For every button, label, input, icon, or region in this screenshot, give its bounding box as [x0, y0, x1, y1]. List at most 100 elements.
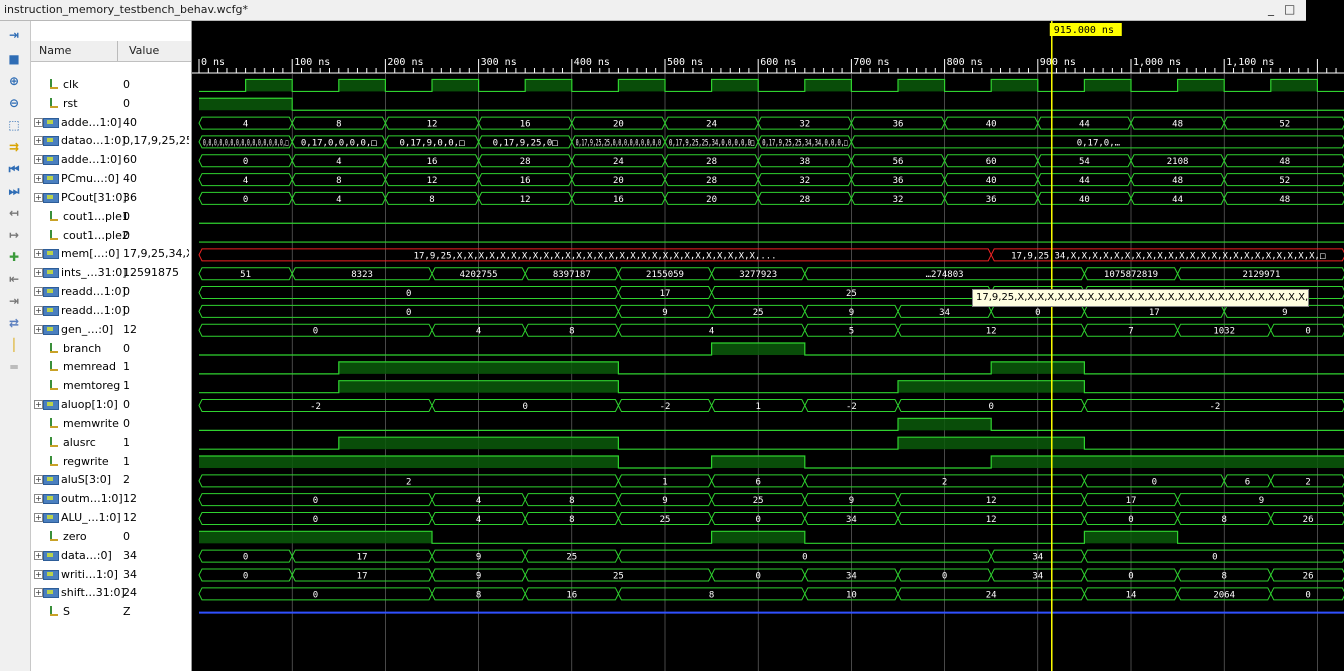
signal-row[interactable]: + writi…1:0] 34 [31, 566, 191, 584]
bus-value-label: 8 [1221, 571, 1226, 581]
save-icon[interactable]: ■ [6, 51, 22, 67]
signal-row[interactable]: cout1…ple1 0 [31, 208, 191, 226]
expand-toggle[interactable]: + [34, 117, 43, 127]
signal-row[interactable]: + data…:0] 34 [31, 547, 191, 565]
zoom-full-icon[interactable]: ⬚ [6, 117, 22, 133]
expand-toggle[interactable]: + [34, 324, 43, 334]
next-transition-icon[interactable]: ↦ [6, 227, 22, 243]
bus-value-label: 9 [662, 308, 667, 318]
expand-toggle[interactable]: + [34, 588, 43, 598]
waveform-panel[interactable]: 0 ns 100 ns 200 ns 300 ns 400 ns 500 ns 600 ns… [192, 21, 1344, 671]
expand-toggle[interactable]: + [34, 174, 43, 184]
signal-row[interactable]: + aluop[1:0] 0 [31, 396, 191, 414]
expand-toggle[interactable]: + [34, 268, 43, 278]
add-marker-icon[interactable]: ✚ [6, 249, 22, 265]
signal-row[interactable]: + readd…1:0] 0 [31, 283, 191, 301]
signal-row[interactable]: cout1…ple2 0 [31, 227, 191, 245]
bit-signal-icon [49, 606, 59, 617]
zoom-out-icon[interactable]: ⊖ [6, 95, 22, 111]
signal-row[interactable]: clk 0 [31, 76, 191, 94]
goto-start-icon[interactable]: ⏮ [6, 161, 22, 177]
signal-row[interactable]: + ALU_…1:0] 12 [31, 509, 191, 527]
ruler-label: 300 ns [481, 57, 517, 68]
bus-value-label: 28 [706, 176, 717, 186]
signal-row[interactable]: + mem[…:0]17,9,25,34,X,X [31, 245, 191, 263]
expand-toggle[interactable]: + [34, 513, 43, 523]
zoom-in-icon[interactable]: ⊕ [6, 73, 22, 89]
next-marker-icon[interactable]: ⇥ [6, 293, 22, 309]
signal-row[interactable]: alusrc 1 [31, 434, 191, 452]
signal-name: data…:0] [61, 548, 112, 562]
previous-marker-icon[interactable]: ⇤ [6, 271, 22, 287]
signal-row[interactable]: + datao…1:0]0,17,9,25,25,3 [31, 132, 191, 150]
bus-value-label: 12 [427, 176, 438, 186]
signal-row[interactable]: zero 0 [31, 528, 191, 546]
bus-value-label: 25 [566, 553, 577, 563]
expand-toggle[interactable]: + [34, 249, 43, 259]
signal-row[interactable]: SZ [31, 603, 191, 621]
signal-row[interactable]: memtoreg 1 [31, 377, 191, 395]
bus-value-label: 17 [357, 553, 368, 563]
bus-value-label: 4202755 [460, 270, 498, 280]
expand-toggle[interactable]: + [34, 550, 43, 560]
bus-value-label: 2 [406, 477, 411, 487]
goto-end-icon[interactable]: ⏭ [6, 183, 22, 199]
waveform-canvas[interactable]: 0 ns 100 ns 200 ns 300 ns 400 ns 500 ns 600 ns… [192, 21, 1344, 671]
zoom-fit-icon[interactable]: ⇥ [6, 27, 22, 43]
expand-toggle[interactable]: + [34, 287, 43, 297]
ruler-label: 1,100 ns [1226, 57, 1274, 68]
bit-high-fill [338, 380, 619, 393]
bus-signal-icon [43, 305, 59, 316]
value-column-header[interactable]: Value [129, 44, 159, 57]
bus-value-label: 8 [336, 176, 341, 186]
signal-row[interactable]: + aluS[3:0] 2 [31, 471, 191, 489]
bus-signal-icon [43, 493, 59, 505]
bit-high-fill [1270, 79, 1318, 92]
snap-transition-icon[interactable]: │ [6, 337, 22, 353]
signal-row[interactable]: + PCout[31:0] 36 [31, 189, 191, 207]
expand-toggle[interactable]: + [34, 400, 43, 410]
bus-value-label: 6 [1245, 477, 1250, 487]
signal-row[interactable]: + ints_…31:0] 12591875 [31, 264, 191, 282]
signal-row[interactable]: + PCmu…:0] 40 [31, 170, 191, 188]
expand-toggle[interactable]: + [34, 305, 43, 315]
expand-toggle[interactable]: + [34, 136, 43, 146]
name-column-header[interactable]: Name [39, 44, 71, 57]
signal-row[interactable]: + gen_…:0] 12 [31, 321, 191, 339]
signal-row[interactable]: + readd…1:0] 0 [31, 302, 191, 320]
swap-cursors-icon[interactable]: ⇄ [6, 315, 22, 331]
signal-row[interactable]: + adde…1:0] 40 [31, 114, 191, 132]
restore-button[interactable]: □ [1284, 2, 1295, 16]
bus-value-label: 16 [566, 590, 577, 600]
expand-toggle[interactable]: + [34, 155, 43, 165]
signal-row[interactable]: + outm…1:0] 12 [31, 490, 191, 508]
bus-value-label: 4 [336, 195, 341, 205]
expand-toggle[interactable]: + [34, 494, 43, 504]
signal-name: ALU_…1:0] [61, 511, 121, 525]
signal-row[interactable]: + adde…1:0] 60 [31, 151, 191, 169]
bus-value-label: 8 [476, 590, 481, 600]
signal-name: PCout[31:0] [61, 190, 127, 204]
expand-toggle[interactable]: + [34, 569, 43, 579]
signal-row[interactable]: rst 0 [31, 95, 191, 113]
expand-toggle[interactable]: + [34, 475, 43, 485]
signal-row[interactable]: regwrite 1 [31, 453, 191, 471]
expand-toggle[interactable]: + [34, 192, 43, 202]
column-divider[interactable] [117, 41, 118, 61]
minimize-button[interactable]: _ [1268, 2, 1274, 16]
signal-row[interactable]: branch 0 [31, 340, 191, 358]
bus-value-label: 2108 [1167, 157, 1189, 167]
bus-value-label: 0 [1128, 571, 1133, 581]
bus-value-label: -2 [660, 402, 671, 412]
bus-signal-icon [43, 399, 59, 411]
goto-cursor-icon[interactable]: ⇉ [6, 139, 22, 155]
ruler-label: 400 ns [574, 57, 610, 68]
floating-ruler-icon[interactable]: ═ [6, 359, 22, 375]
bit-signal-icon [49, 380, 59, 391]
signal-row[interactable]: memread 1 [31, 358, 191, 376]
signal-row[interactable]: memwrite 0 [31, 415, 191, 433]
bus-value-label: 7 [1128, 327, 1133, 337]
previous-transition-icon[interactable]: ↤ [6, 205, 22, 221]
signal-row[interactable]: + shift…31:0] 24 [31, 584, 191, 602]
bus-value-label: 9 [476, 553, 481, 563]
